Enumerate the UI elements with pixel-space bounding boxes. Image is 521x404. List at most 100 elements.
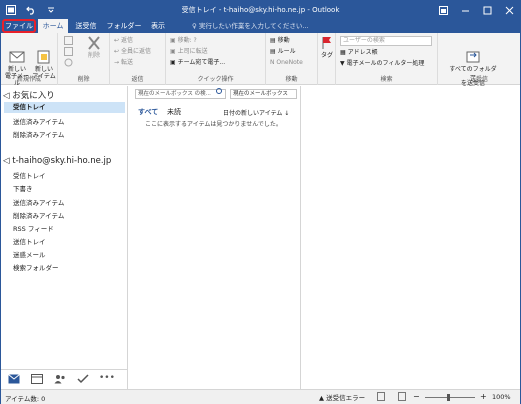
filter-unread[interactable]: 未読 [167, 107, 181, 117]
folder-pane: ◁ お気に入り 受信トレイ 送信済みアイテム 削除済みアイテム ◁ t-haih… [1, 86, 128, 389]
reply-all-label: 全員に返信 [120, 48, 151, 55]
group-respond: ↩ 返信 ↩ 全員に返信 → 転送 返信 [110, 33, 166, 85]
calendar-icon[interactable] [31, 374, 43, 384]
favorite-inbox[interactable]: 受信トレイ [4, 102, 125, 113]
delete-label: 削除 [87, 52, 100, 59]
group-respond-label: 返信 [131, 76, 144, 83]
zoom-level[interactable]: 100% [492, 393, 511, 401]
tell-me-box[interactable]: ♀ 実行したい作業を入力してください... [192, 20, 309, 32]
restore-icon[interactable] [432, 1, 454, 19]
favorites-header[interactable]: ◁ お気に入り [3, 89, 55, 101]
favorite-deleted[interactable]: 削除済みアイテム [13, 129, 64, 139]
group-find: ユーザーの検索 ▦ アドレス帳 ▼ 電子メールのフィルター処理 検索 [336, 33, 438, 85]
quick-step-team[interactable]: ▣ チーム宛て電子... [170, 58, 225, 67]
rules-button[interactable]: ▤ ルール [270, 47, 296, 56]
search-icon[interactable] [216, 88, 222, 94]
zoom-slider-thumb[interactable] [447, 394, 450, 401]
quick-step-manager-label: 上司に転送 [177, 48, 208, 55]
group-new: 新しい 電子メール 新しい アイテム 新規作成 [1, 33, 58, 87]
outlook-window: 受信トレイ - t-haiho@sky.hi-ho.ne.jp - Outloo… [0, 0, 521, 404]
mail-search-input[interactable]: 現在のメールボックス の検... [135, 89, 226, 99]
group-delete: 削除 削除 [58, 33, 110, 85]
search-people-input[interactable]: ユーザーの検索 [340, 36, 432, 46]
account-header[interactable]: ◁ t-haiho@sky.hi-ho.ne.jp [3, 156, 111, 166]
new-items-icon [36, 43, 52, 64]
group-send-receive: すべてのフォルダー を送受信 送受信 [438, 33, 520, 87]
group-quick-steps-label: クイック操作 [197, 76, 234, 83]
folder-rss[interactable]: RSS フィード [13, 223, 54, 233]
more-icon[interactable]: ••• [99, 374, 115, 384]
forward-button[interactable]: → 転送 [114, 58, 133, 67]
tags-label: タグ [320, 52, 333, 59]
filter-email-label: 電子メールのフィルター処理 [346, 60, 425, 67]
status-bar: アイテム数: 0 ▲ 送受信エラー − + 100% [1, 389, 520, 404]
tab-folder[interactable]: フォルダー [105, 19, 143, 33]
normal-view-icon[interactable] [377, 392, 385, 401]
mail-icon[interactable] [8, 374, 20, 384]
group-new-label: 新規作成 [16, 76, 41, 83]
folder-outbox[interactable]: 送信トレイ [13, 236, 46, 246]
reading-pane [302, 86, 520, 389]
ignore-icon[interactable] [64, 36, 73, 45]
folder-junk[interactable]: 迷惑メール [13, 249, 46, 259]
reading-view-icon[interactable] [398, 392, 406, 401]
move-button[interactable]: ▤ 移動 [270, 36, 290, 45]
empty-message: ここに表示するアイテムは見つかりませんでした。 [145, 121, 282, 128]
zoom-in-icon[interactable]: + [480, 393, 487, 401]
address-book-button[interactable]: ▦ アドレス帳 [340, 48, 378, 57]
move-label: 移動 [277, 37, 290, 44]
warning-icon: ▲ [319, 394, 324, 402]
delete-button[interactable]: 削除 [82, 36, 106, 59]
people-icon[interactable] [54, 374, 66, 384]
filter-all[interactable]: すべて [138, 107, 158, 117]
ribbon-tabs: ファイル ホーム 送受信 フォルダー 表示 ♀ 実行したい作業を入力してください… [1, 19, 520, 33]
group-delete-label: 削除 [77, 76, 90, 83]
sort-order[interactable]: 日付の新しいアイテム ↓ [223, 108, 289, 117]
folder-search[interactable]: 検索フォルダー [13, 262, 59, 272]
navigation-bar: ••• [1, 369, 128, 389]
minimize-icon[interactable] [454, 1, 476, 19]
reply-button[interactable]: ↩ 返信 [114, 36, 133, 45]
junk-icon[interactable] [64, 58, 73, 67]
folder-sent[interactable]: 送信済みアイテム [13, 197, 64, 207]
new-email-icon [9, 43, 25, 63]
favorite-sent[interactable]: 送信済みアイテム [13, 116, 64, 126]
group-find-label: 検索 [380, 76, 393, 83]
send-receive-icon [465, 43, 481, 63]
maximize-icon[interactable] [476, 1, 498, 19]
quick-step-move[interactable]: ▣ 移動: ? [170, 36, 197, 45]
folder-inbox[interactable]: 受信トレイ [13, 170, 46, 180]
search-scope-dropdown[interactable]: 現在のメールボックス [230, 89, 297, 99]
cleanup-icon[interactable] [64, 47, 73, 56]
folder-deleted[interactable]: 削除済みアイテム [13, 210, 64, 220]
ribbon: 新しい 電子メール 新しい アイテム 新規作成 削除 削除 ↩ 返信 ↩ 全員に… [1, 33, 520, 87]
tags-button[interactable]: タグ [319, 36, 335, 59]
onenote-label: OneNote [276, 59, 303, 66]
delete-icon [86, 36, 102, 50]
tab-view[interactable]: 表示 [145, 19, 171, 33]
onenote-button[interactable]: N OneNote [270, 58, 303, 67]
quick-step-manager[interactable]: ▣ 上司に転送 [170, 47, 208, 56]
tab-send-receive[interactable]: 送受信 [70, 19, 102, 33]
zoom-slider[interactable] [425, 397, 475, 398]
reply-all-button[interactable]: ↩ 全員に返信 [114, 47, 151, 56]
filter-email-button[interactable]: ▼ 電子メールのフィルター処理 [340, 59, 424, 68]
group-send-receive-label: 送受信 [469, 76, 488, 83]
forward-label: 転送 [120, 59, 133, 66]
send-receive-error[interactable]: ▲ 送受信エラー [319, 392, 365, 402]
zoom-out-icon[interactable]: − [413, 393, 420, 401]
close-icon[interactable] [498, 1, 520, 19]
tab-home[interactable]: ホーム [38, 19, 68, 33]
quick-step-team-label: チーム宛て電子... [177, 59, 226, 66]
title-bar: 受信トレイ - t-haiho@sky.hi-ho.ne.jp - Outloo… [1, 1, 520, 19]
group-move-label: 移動 [285, 76, 298, 83]
tasks-icon[interactable] [77, 374, 89, 384]
reply-label: 返信 [120, 37, 133, 44]
item-count: アイテム数: 0 [5, 395, 46, 403]
address-book-label: アドレス帳 [347, 49, 378, 56]
quick-step-move-label: 移動: ? [177, 37, 197, 44]
tab-file[interactable]: ファイル [2, 19, 36, 33]
rules-label: ルール [277, 48, 296, 55]
folder-drafts[interactable]: 下書き [13, 183, 33, 193]
message-list: 現在のメールボックス の検... 現在のメールボックス すべて 未読 日付の新し… [129, 86, 301, 389]
